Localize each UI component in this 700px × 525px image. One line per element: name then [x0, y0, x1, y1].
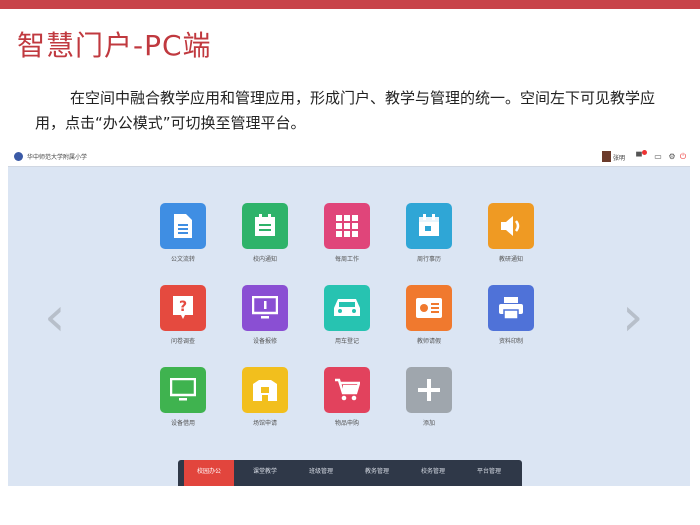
- app-label: 公文流转: [170, 257, 195, 263]
- app-tile-leave[interactable]: 教师请假: [404, 285, 454, 355]
- app-label: 设备借用: [170, 421, 195, 427]
- user-avatar[interactable]: [602, 151, 611, 162]
- dock-tab-classroom-teaching[interactable]: 课堂教学: [240, 460, 290, 486]
- card-icon[interactable]: ▭: [652, 152, 664, 161]
- power-icon[interactable]: ⏻: [678, 152, 688, 161]
- app-tile-document[interactable]: 公文流转: [158, 203, 208, 273]
- school-name: 华中师范大学附属小学: [27, 155, 88, 161]
- document-icon: [160, 203, 206, 249]
- printer-icon: [488, 285, 534, 331]
- plus-icon: [406, 367, 452, 413]
- building-icon: [242, 367, 288, 413]
- app-tile-venue[interactable]: 场馆申请: [240, 367, 290, 437]
- app-label: 校内通知: [252, 257, 277, 263]
- app-tile-notice[interactable]: 校内通知: [240, 203, 290, 273]
- message-badge: [642, 150, 647, 155]
- car-icon: [324, 285, 370, 331]
- app-label: 问卷调查: [170, 339, 195, 345]
- gear-icon[interactable]: ⚙: [667, 152, 677, 161]
- app-label: 用车登记: [334, 339, 359, 345]
- dock-tab-class-management[interactable]: 班级管理: [296, 460, 346, 486]
- leave-card-icon: [406, 285, 452, 331]
- app-label: 教研通知: [498, 257, 523, 263]
- user-name[interactable]: 张明: [613, 153, 625, 162]
- slide-description: 在空间中融合教学应用和管理应用，形成门户、教学与管理的统一。空间左下可见教学应用…: [35, 89, 656, 132]
- slide-top-bar: [0, 0, 700, 9]
- notice-icon: [242, 203, 288, 249]
- app-label: 每周工作: [334, 257, 359, 263]
- app-label: 物品申购: [334, 421, 359, 427]
- app-label: 周行事历: [416, 257, 441, 263]
- monitor-info-icon: [242, 285, 288, 331]
- dock-tab-platform-management[interactable]: 平台管理: [464, 460, 514, 486]
- app-tile-calendar[interactable]: 周行事历: [404, 203, 454, 273]
- app-tile-survey[interactable]: ? 问卷调查: [158, 285, 208, 355]
- portal-screenshot: 华中师范大学附属小学 张明 ▀ ▭ ⚙ ⏻ ‹ › 公文流转 校内通知 每周工作…: [8, 148, 690, 486]
- app-tile-equipment-borrow[interactable]: 设备借用: [158, 367, 208, 437]
- dock-tab-campus-office[interactable]: 校园办公: [184, 460, 234, 486]
- app-tile-repair[interactable]: 设备报修: [240, 285, 290, 355]
- app-tile-weekly-work[interactable]: 每周工作: [322, 203, 372, 273]
- calendar-icon: [406, 203, 452, 249]
- grid-icon: [324, 203, 370, 249]
- app-tile-purchase[interactable]: 物品申购: [322, 367, 372, 437]
- dock-tab-school-affairs[interactable]: 校务管理: [408, 460, 458, 486]
- school-logo-icon: [14, 152, 23, 161]
- prev-page-arrow[interactable]: ‹: [44, 290, 66, 344]
- svg-text:?: ?: [179, 299, 187, 315]
- monitor-icon: [160, 367, 206, 413]
- app-tile-print[interactable]: 资料印制: [486, 285, 536, 355]
- app-tile-add[interactable]: 添加: [404, 367, 454, 437]
- app-label: 添加: [422, 421, 435, 427]
- slide-title: 智慧门户-PC端: [17, 29, 212, 62]
- app-label: 场馆申请: [252, 421, 277, 427]
- next-page-arrow[interactable]: ›: [622, 290, 644, 344]
- portal-header: 华中师范大学附属小学 张明 ▀ ▭ ⚙ ⏻: [8, 148, 690, 167]
- dock-tab-academic-affairs[interactable]: 教务管理: [352, 460, 402, 486]
- app-label: 资料印制: [498, 339, 523, 345]
- app-label: 教师请假: [416, 339, 441, 345]
- app-tile-car[interactable]: 用车登记: [322, 285, 372, 355]
- app-tile-research-notice[interactable]: 教研通知: [486, 203, 536, 273]
- speaker-icon: [488, 203, 534, 249]
- question-icon: ?: [160, 285, 206, 331]
- cart-icon: [324, 367, 370, 413]
- app-label: 设备报修: [252, 339, 277, 345]
- mode-dock: 校园办公 课堂教学 班级管理 教务管理 校务管理 平台管理: [178, 460, 522, 486]
